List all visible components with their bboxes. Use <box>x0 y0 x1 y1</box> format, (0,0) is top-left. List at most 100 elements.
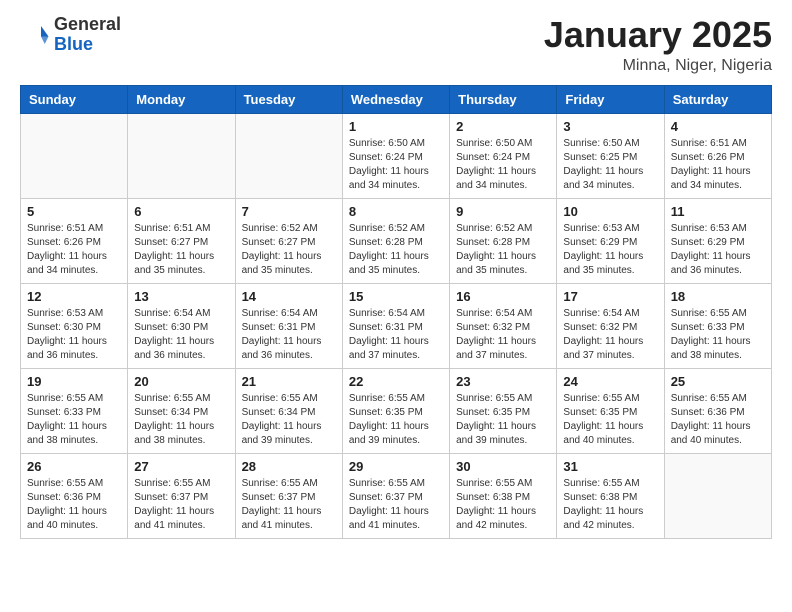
calendar-cell <box>664 453 771 538</box>
day-number: 5 <box>27 204 121 219</box>
day-number: 15 <box>349 289 443 304</box>
day-number: 18 <box>671 289 765 304</box>
logo-general-text: General <box>54 14 121 34</box>
calendar-cell: 4 Sunrise: 6:51 AM Sunset: 6:26 PM Daylig… <box>664 113 771 198</box>
calendar-cell: 12 Sunrise: 6:53 AM Sunset: 6:30 PM Dayli… <box>21 283 128 368</box>
calendar-cell: 1 Sunrise: 6:50 AM Sunset: 6:24 PM Daylig… <box>342 113 449 198</box>
day-number: 20 <box>134 374 228 389</box>
day-info: Sunrise: 6:55 AM Sunset: 6:38 PM Dayligh… <box>563 477 657 533</box>
day-header-wednesday: Wednesday <box>342 85 449 113</box>
calendar-title: January 2025 <box>544 15 772 55</box>
calendar-cell: 13 Sunrise: 6:54 AM Sunset: 6:30 PM Dayli… <box>128 283 235 368</box>
day-info: Sunrise: 6:55 AM Sunset: 6:35 PM Dayligh… <box>563 392 657 448</box>
calendar-cell: 16 Sunrise: 6:54 AM Sunset: 6:32 PM Dayli… <box>450 283 557 368</box>
day-number: 19 <box>27 374 121 389</box>
day-number: 25 <box>671 374 765 389</box>
day-number: 1 <box>349 119 443 134</box>
calendar-cell: 8Sunrise: 6:52 AM Sunset: 6:28 PM Daylig… <box>342 198 449 283</box>
day-header-saturday: Saturday <box>664 85 771 113</box>
day-number: 21 <box>242 374 336 389</box>
logo: General Blue <box>20 15 121 55</box>
day-number: 30 <box>456 459 550 474</box>
header: General Blue January 2025 Minna, Niger, … <box>20 15 772 75</box>
day-header-monday: Monday <box>128 85 235 113</box>
day-number: 6 <box>134 204 228 219</box>
calendar-cell: 10 Sunrise: 6:53 AM Sunset: 6:29 PM Dayli… <box>557 198 664 283</box>
day-info: Sunrise: 6:55 AM Sunset: 6:34 PM Dayligh… <box>134 392 228 448</box>
day-info: Sunrise: 6:55 AM Sunset: 6:37 PM Dayligh… <box>242 477 336 533</box>
calendar-cell: 24 Sunrise: 6:55 AM Sunset: 6:35 PM Dayli… <box>557 368 664 453</box>
day-info: Sunrise: 6:54 AM Sunset: 6:32 PM Dayligh… <box>563 307 657 363</box>
calendar-cell: 14 Sunrise: 6:54 AM Sunset: 6:31 PM Dayli… <box>235 283 342 368</box>
calendar-cell: 23Sunrise: 6:55 AM Sunset: 6:35 PM Dayli… <box>450 368 557 453</box>
day-info: Sunrise: 6:55 AM Sunset: 6:33 PM Dayligh… <box>671 307 765 363</box>
day-number: 31 <box>563 459 657 474</box>
calendar-location: Minna, Niger, Nigeria <box>544 57 772 75</box>
calendar-cell: 11Sunrise: 6:53 AM Sunset: 6:29 PM Dayli… <box>664 198 771 283</box>
week-row-5: 26Sunrise: 6:55 AM Sunset: 6:36 PM Dayli… <box>21 453 772 538</box>
day-info: Sunrise: 6:50 AM Sunset: 6:25 PM Dayligh… <box>563 137 657 193</box>
calendar-cell: 19 Sunrise: 6:55 AM Sunset: 6:33 PM Dayli… <box>21 368 128 453</box>
day-number: 17 <box>563 289 657 304</box>
calendar-cell: 2 Sunrise: 6:50 AM Sunset: 6:24 PM Daylig… <box>450 113 557 198</box>
calendar-cell: 31 Sunrise: 6:55 AM Sunset: 6:38 PM Dayli… <box>557 453 664 538</box>
day-info: Sunrise: 6:55 AM Sunset: 6:34 PM Dayligh… <box>242 392 336 448</box>
day-info: Sunrise: 6:54 AM Sunset: 6:31 PM Dayligh… <box>242 307 336 363</box>
day-number: 22 <box>349 374 443 389</box>
day-number: 13 <box>134 289 228 304</box>
day-number: 28 <box>242 459 336 474</box>
calendar-cell: 28 Sunrise: 6:55 AM Sunset: 6:37 PM Dayli… <box>235 453 342 538</box>
calendar-cell: 7 Sunrise: 6:52 AM Sunset: 6:27 PM Daylig… <box>235 198 342 283</box>
day-header-thursday: Thursday <box>450 85 557 113</box>
day-info: Sunrise: 6:55 AM Sunset: 6:33 PM Dayligh… <box>27 392 121 448</box>
calendar-cell: 20 Sunrise: 6:55 AM Sunset: 6:34 PM Dayli… <box>128 368 235 453</box>
day-number: 14 <box>242 289 336 304</box>
day-info: Sunrise: 6:50 AM Sunset: 6:24 PM Dayligh… <box>456 137 550 193</box>
week-row-1: 1 Sunrise: 6:50 AM Sunset: 6:24 PM Daylig… <box>21 113 772 198</box>
logo-text: General Blue <box>54 15 121 55</box>
day-info: Sunrise: 6:51 AM Sunset: 6:27 PM Dayligh… <box>134 222 228 278</box>
calendar-cell: 6 Sunrise: 6:51 AM Sunset: 6:27 PM Daylig… <box>128 198 235 283</box>
day-info: Sunrise: 6:51 AM Sunset: 6:26 PM Dayligh… <box>671 137 765 193</box>
day-number: 10 <box>563 204 657 219</box>
calendar-header-row: SundayMondayTuesdayWednesdayThursdayFrid… <box>21 85 772 113</box>
day-number: 8 <box>349 204 443 219</box>
day-info: Sunrise: 6:52 AM Sunset: 6:27 PM Dayligh… <box>242 222 336 278</box>
calendar-table: SundayMondayTuesdayWednesdayThursdayFrid… <box>20 85 772 539</box>
day-header-tuesday: Tuesday <box>235 85 342 113</box>
week-row-2: 5 Sunrise: 6:51 AM Sunset: 6:26 PM Daylig… <box>21 198 772 283</box>
day-info: Sunrise: 6:54 AM Sunset: 6:32 PM Dayligh… <box>456 307 550 363</box>
day-info: Sunrise: 6:51 AM Sunset: 6:26 PM Dayligh… <box>27 222 121 278</box>
week-row-4: 19 Sunrise: 6:55 AM Sunset: 6:33 PM Dayli… <box>21 368 772 453</box>
day-info: Sunrise: 6:55 AM Sunset: 6:38 PM Dayligh… <box>456 477 550 533</box>
calendar-cell: 18 Sunrise: 6:55 AM Sunset: 6:33 PM Dayli… <box>664 283 771 368</box>
day-number: 4 <box>671 119 765 134</box>
calendar-cell: 21 Sunrise: 6:55 AM Sunset: 6:34 PM Dayli… <box>235 368 342 453</box>
day-info: Sunrise: 6:53 AM Sunset: 6:29 PM Dayligh… <box>563 222 657 278</box>
day-info: Sunrise: 6:55 AM Sunset: 6:36 PM Dayligh… <box>671 392 765 448</box>
day-number: 12 <box>27 289 121 304</box>
calendar-cell: 27Sunrise: 6:55 AM Sunset: 6:37 PM Dayli… <box>128 453 235 538</box>
day-info: Sunrise: 6:54 AM Sunset: 6:30 PM Dayligh… <box>134 307 228 363</box>
calendar-cell: 5 Sunrise: 6:51 AM Sunset: 6:26 PM Daylig… <box>21 198 128 283</box>
day-info: Sunrise: 6:54 AM Sunset: 6:31 PM Dayligh… <box>349 307 443 363</box>
calendar-cell: 15 Sunrise: 6:54 AM Sunset: 6:31 PM Dayli… <box>342 283 449 368</box>
week-row-3: 12 Sunrise: 6:53 AM Sunset: 6:30 PM Dayli… <box>21 283 772 368</box>
calendar-cell: 29 Sunrise: 6:55 AM Sunset: 6:37 PM Dayli… <box>342 453 449 538</box>
day-number: 29 <box>349 459 443 474</box>
day-info: Sunrise: 6:53 AM Sunset: 6:30 PM Dayligh… <box>27 307 121 363</box>
calendar-cell: 3 Sunrise: 6:50 AM Sunset: 6:25 PM Daylig… <box>557 113 664 198</box>
day-number: 16 <box>456 289 550 304</box>
day-number: 24 <box>563 374 657 389</box>
calendar-cell: 17 Sunrise: 6:54 AM Sunset: 6:32 PM Dayli… <box>557 283 664 368</box>
day-info: Sunrise: 6:55 AM Sunset: 6:37 PM Dayligh… <box>349 477 443 533</box>
day-number: 2 <box>456 119 550 134</box>
day-number: 3 <box>563 119 657 134</box>
calendar-cell <box>128 113 235 198</box>
day-number: 7 <box>242 204 336 219</box>
calendar-cell <box>235 113 342 198</box>
page: General Blue January 2025 Minna, Niger, … <box>0 0 792 612</box>
day-info: Sunrise: 6:53 AM Sunset: 6:29 PM Dayligh… <box>671 222 765 278</box>
day-info: Sunrise: 6:55 AM Sunset: 6:35 PM Dayligh… <box>456 392 550 448</box>
day-info: Sunrise: 6:50 AM Sunset: 6:24 PM Dayligh… <box>349 137 443 193</box>
